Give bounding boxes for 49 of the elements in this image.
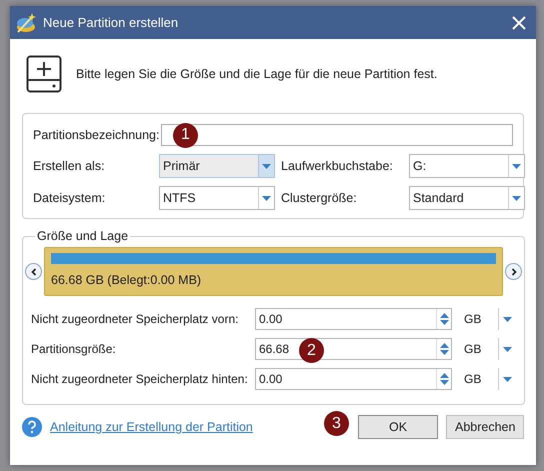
dropdown-arrow-icon [503, 376, 512, 382]
step-marker: 3 [324, 411, 349, 436]
dropdown-arrow-icon [262, 196, 271, 200]
partition-size-text: 66.68 GB (Belegt:0.00 MB) [51, 273, 202, 287]
wand-disk-icon [15, 12, 37, 34]
dropdown-arrow-icon [262, 164, 271, 168]
dialog-button[interactable]: OK [358, 415, 438, 439]
spin-down-icon[interactable] [440, 350, 448, 355]
unit-label: GB [464, 312, 482, 326]
dropdown[interactable]: NTFS [159, 186, 275, 210]
instruction-text: Bitte legen Sie die Größe und die Lage für die neue Partition fest. [76, 67, 438, 81]
help-link[interactable]: Anleitung zur Erstellung der Partition [50, 420, 253, 434]
field-label: Nicht zugeordneter Speicherplatz hinten: [31, 372, 249, 386]
field-label: Partitionsgröße: [31, 342, 117, 356]
field-label: Nicht zugeordneter Speicherplatz vorn: [31, 312, 240, 326]
field-label: Clustergröße: [281, 191, 358, 205]
group-title: Größe und Lage [36, 229, 130, 243]
drive-plus-icon [26, 55, 62, 93]
spin-down-icon[interactable] [440, 380, 448, 385]
field-label: Dateisystem: [33, 191, 106, 205]
chevron-right-icon [510, 268, 518, 276]
spin-down-icon[interactable] [440, 320, 448, 325]
dropdown-arrow-icon [503, 346, 512, 352]
close-button[interactable] [510, 14, 528, 32]
scroll-right-button[interactable] [505, 263, 522, 280]
chevron-left-icon [30, 268, 38, 276]
step-marker: 2 [299, 338, 324, 363]
spin-up-icon[interactable] [440, 373, 448, 378]
spin-up-icon[interactable] [440, 343, 448, 348]
dropdown-arrow-icon [503, 316, 512, 322]
scroll-left-button[interactable] [25, 263, 42, 280]
partition-bar[interactable]: 66.68 GB (Belegt:0.00 MB) [44, 247, 503, 296]
dropdown-arrow-icon [512, 164, 521, 168]
spin-field[interactable]: 0.00 [255, 368, 452, 390]
help-icon [22, 417, 42, 437]
spin-up-icon[interactable] [440, 313, 448, 318]
field-label: Laufwerkbuchstabe: [281, 159, 394, 173]
window-title: Neue Partition erstellen [43, 15, 180, 30]
partition-label-field[interactable] [161, 124, 513, 146]
spin-field[interactable]: 0.00 [255, 308, 452, 330]
dropdown[interactable]: G: [409, 154, 525, 178]
dropdown-arrow-icon [512, 196, 521, 200]
unit-label: GB [464, 342, 482, 356]
dropdown[interactable]: Primär [159, 154, 275, 178]
unit-label: GB [464, 372, 482, 386]
field-label: Partitionsbezeichnung: [33, 128, 160, 142]
dialog-button[interactable]: Abbrechen [446, 415, 524, 439]
dropdown[interactable]: Standard [409, 186, 525, 210]
field-label: Erstellen als: [33, 159, 106, 173]
